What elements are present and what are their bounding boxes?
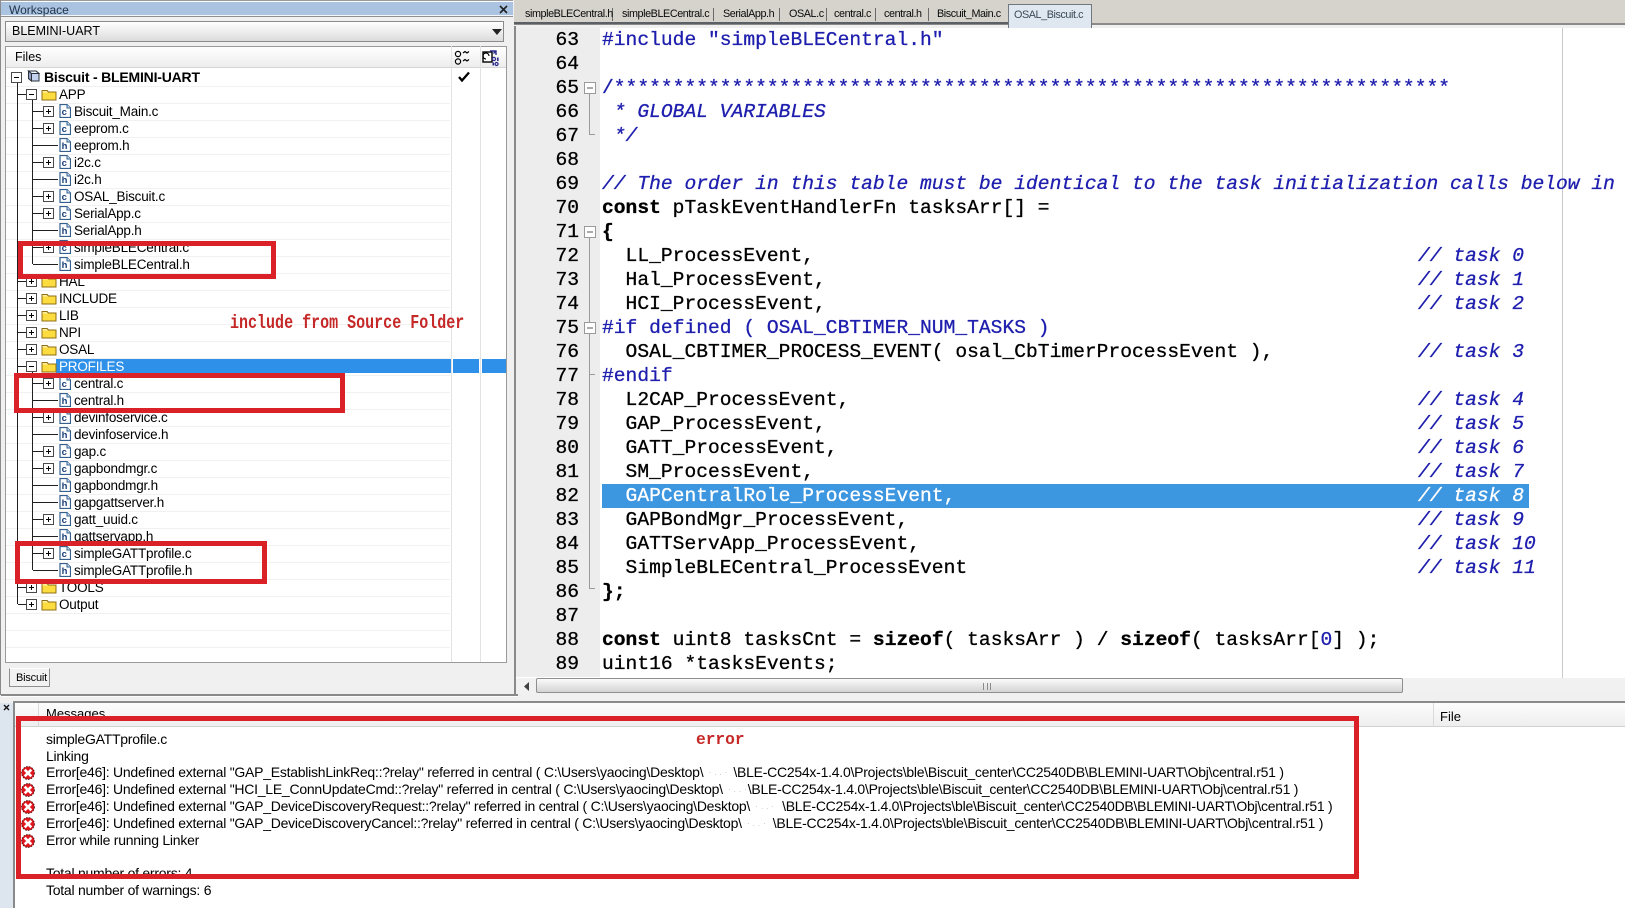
svg-text:c: c bbox=[62, 464, 67, 475]
svg-text:h: h bbox=[62, 498, 68, 509]
svg-text:h: h bbox=[62, 141, 68, 152]
svg-text:h: h bbox=[62, 481, 68, 492]
svg-text:h: h bbox=[62, 226, 68, 237]
svg-text:c: c bbox=[62, 107, 67, 118]
svg-text:c: c bbox=[62, 209, 67, 220]
svg-text:c: c bbox=[62, 413, 67, 424]
svg-text:c: c bbox=[62, 124, 67, 135]
svg-text:c: c bbox=[62, 192, 67, 203]
svg-text:h: h bbox=[62, 430, 68, 441]
svg-text:h: h bbox=[62, 175, 68, 186]
svg-text:c: c bbox=[62, 515, 67, 526]
svg-text:c: c bbox=[62, 447, 67, 458]
svg-text:c: c bbox=[62, 158, 67, 169]
